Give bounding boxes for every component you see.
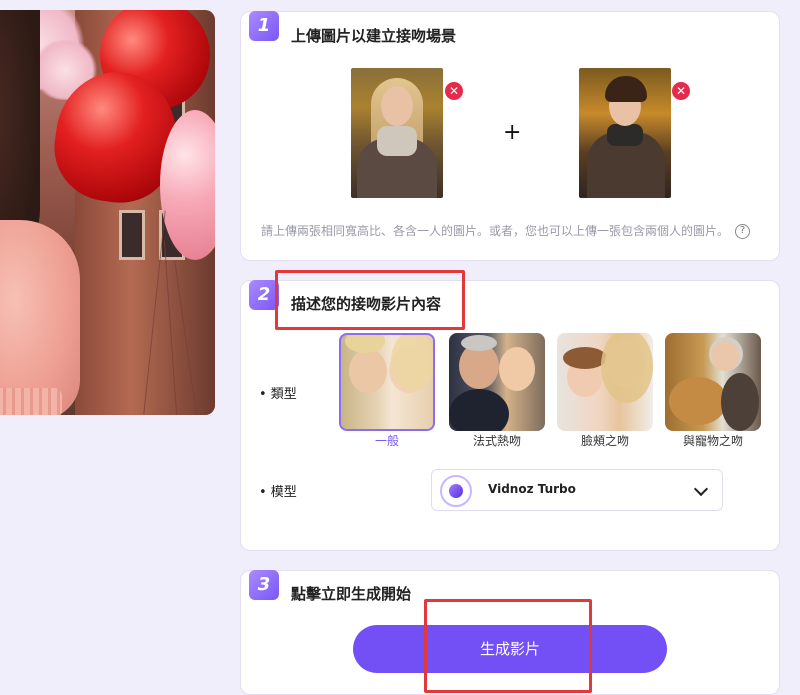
- chevron-down-icon[interactable]: [693, 481, 709, 497]
- help-icon[interactable]: ?: [735, 224, 751, 239]
- upload-title: 上傳圖片以建立接吻場景: [291, 27, 457, 45]
- upload-hint: 請上傳兩張相同寬高比、各含一人的圖片。或者，您也可以上傳一張包含兩個人的圖片。?: [261, 222, 751, 239]
- type-option-cheek[interactable]: [557, 333, 653, 431]
- uploaded-photo-1[interactable]: [351, 68, 443, 198]
- step-badge-1: 1: [249, 11, 279, 41]
- hero-photo: [0, 10, 215, 415]
- model-label: • 模型: [259, 485, 297, 500]
- type-name-cheek[interactable]: 臉頰之吻: [557, 432, 653, 449]
- step-badge-3: 3: [249, 570, 279, 600]
- generate-title: 點擊立即生成開始: [291, 585, 412, 603]
- uploaded-photo-2[interactable]: [579, 68, 671, 198]
- type-name-french[interactable]: 法式熱吻: [449, 432, 545, 449]
- type-name-pet[interactable]: 與寵物之吻: [665, 432, 761, 449]
- type-option-french[interactable]: [449, 333, 545, 431]
- remove-photo-1-icon[interactable]: ✕: [445, 82, 463, 100]
- type-label: • 類型: [259, 387, 297, 402]
- generate-card: 3 點擊立即生成開始 生成影片: [240, 570, 780, 695]
- type-option-normal[interactable]: [339, 333, 435, 431]
- highlight-box-button: [424, 599, 592, 693]
- upload-card: 1 上傳圖片以建立接吻場景 ✕ + ✕ 請上傳兩張相同寬高比、各含一人的圖片。或…: [240, 11, 780, 261]
- remove-photo-2-icon[interactable]: ✕: [672, 82, 690, 100]
- type-option-pet[interactable]: [665, 333, 761, 431]
- model-select[interactable]: Vidnoz Turbo: [431, 469, 723, 511]
- vidnoz-logo-icon: [440, 475, 472, 507]
- plus-icon: +: [503, 120, 522, 145]
- upload-hint-text: 請上傳兩張相同寬高比、各含一人的圖片。或者，您也可以上傳一張包含兩個人的圖片。: [261, 224, 730, 238]
- describe-card: 2 描述您的接吻影片內容 • 類型 一般 法式熱吻 臉頰之吻 與寵物之吻 • 模…: [240, 270, 780, 551]
- model-select-value: Vidnoz Turbo: [488, 482, 576, 496]
- type-name-normal[interactable]: 一般: [339, 432, 435, 449]
- highlight-box-title: [275, 270, 465, 330]
